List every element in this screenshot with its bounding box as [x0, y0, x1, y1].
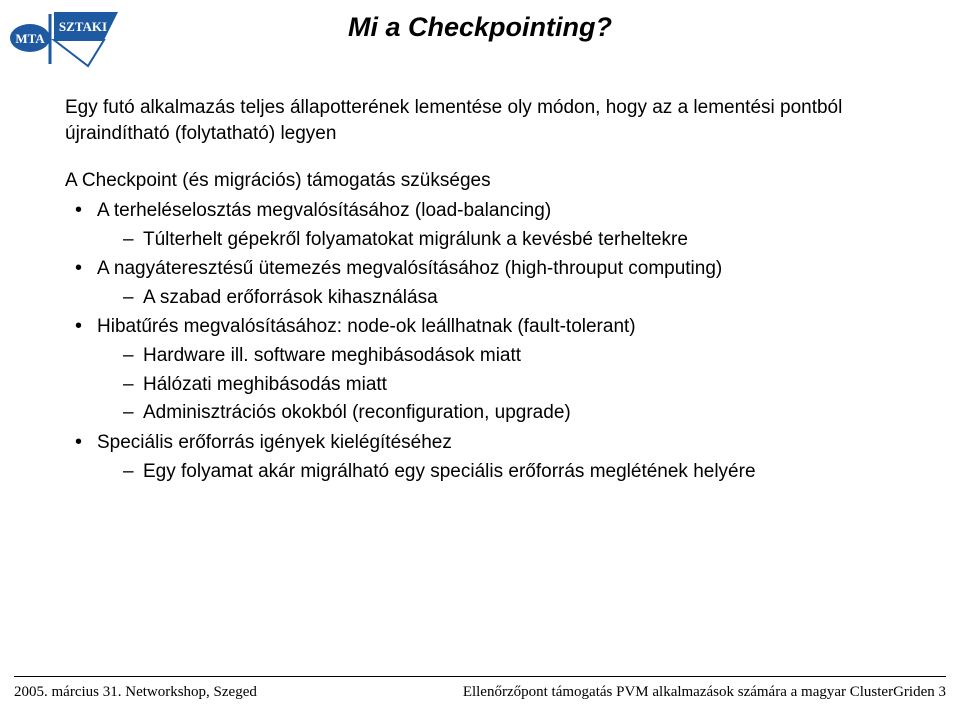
bullet-text: Hálózati meghibásodás miatt: [143, 374, 387, 395]
list-item: A szabad erőforrások kihasználása: [123, 285, 900, 311]
footer-right: Ellenőrzőpont támogatás PVM alkalmazások…: [463, 684, 946, 701]
list-item: Hálózati meghibásodás miatt: [123, 372, 900, 398]
list-item: Adminisztrációs okokból (reconfiguration…: [123, 400, 900, 426]
bullet-text: Egy folyamat akár migrálható egy speciál…: [143, 461, 756, 482]
bullet-text: Hibatűrés megvalósításához: node-ok leál…: [97, 316, 636, 337]
list-item: Speciális erőforrás igények kielégítéséh…: [75, 430, 900, 484]
list-item: Hibatűrés megvalósításához: node-ok leál…: [75, 314, 900, 426]
list-item: Egy folyamat akár migrálható egy speciál…: [123, 459, 900, 485]
bullet-list: A terheléselosztás megvalósításához (loa…: [75, 198, 900, 484]
bullet-text: A nagyáteresztésű ütemezés megvalósításá…: [97, 258, 722, 279]
bullet-text: Adminisztrációs okokból (reconfiguration…: [143, 402, 571, 423]
list-item: A nagyáteresztésű ütemezés megvalósításá…: [75, 256, 900, 310]
sub-heading: A Checkpoint (és migrációs) támogatás sz…: [65, 168, 900, 194]
bullet-text: Túlterhelt gépekről folyamatokat migrálu…: [143, 229, 688, 250]
list-item: A terheléselosztás megvalósításához (loa…: [75, 198, 900, 252]
slide-body: Egy futó alkalmazás teljes állapotteréne…: [65, 95, 900, 488]
slide-title: Mi a Checkpointing?: [0, 12, 960, 43]
intro-paragraph: Egy futó alkalmazás teljes állapotteréne…: [65, 95, 900, 146]
bullet-text: Hardware ill. software meghibásodások mi…: [143, 345, 521, 366]
footer: 2005. március 31. Networkshop, Szeged El…: [14, 677, 946, 701]
footer-left: 2005. március 31. Networkshop, Szeged: [14, 684, 257, 701]
list-item: Túlterhelt gépekről folyamatokat migrálu…: [123, 227, 900, 253]
slide: MTA SZTAKI Mi a Checkpointing? Egy futó …: [0, 0, 960, 711]
bullet-text: Speciális erőforrás igények kielégítéséh…: [97, 432, 452, 453]
list-item: Hardware ill. software meghibásodások mi…: [123, 343, 900, 369]
bullet-text: A terheléselosztás megvalósításához (loa…: [97, 200, 551, 221]
bullet-text: A szabad erőforrások kihasználása: [143, 287, 438, 308]
